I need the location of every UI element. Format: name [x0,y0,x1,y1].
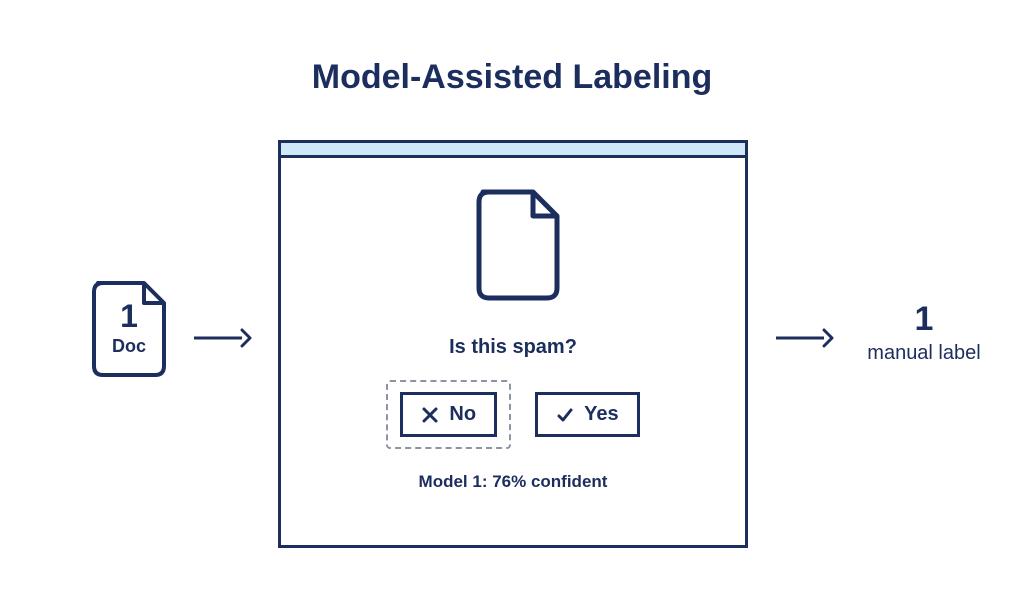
panel-titlebar [278,140,748,158]
prompt-text: Is this spam? [281,336,745,359]
no-button[interactable]: No [400,392,497,437]
input-label: Doc [88,336,170,357]
document-icon [471,188,563,302]
arrow-right-icon [192,328,252,348]
input-count: 1 [88,298,170,335]
yes-button-label: Yes [584,403,618,426]
input-doc: 1 Doc [88,280,170,378]
yes-button[interactable]: Yes [535,392,639,437]
output-count: 1 [854,300,994,339]
check-icon [556,406,574,424]
model-confidence: Model 1: 76% confident [281,472,745,492]
no-button-label: No [449,403,476,426]
model-suggestion-highlight: No [386,380,511,449]
diagram-title: Model-Assisted Labeling [0,58,1024,97]
output-block: 1 manual label [854,300,994,367]
arrow-right-icon [774,328,834,348]
labeling-panel: Is this spam? No Yes Model 1: 76% confid… [278,140,748,548]
x-icon [421,406,439,424]
button-row: No Yes [281,380,745,449]
output-label: manual label [854,339,994,367]
